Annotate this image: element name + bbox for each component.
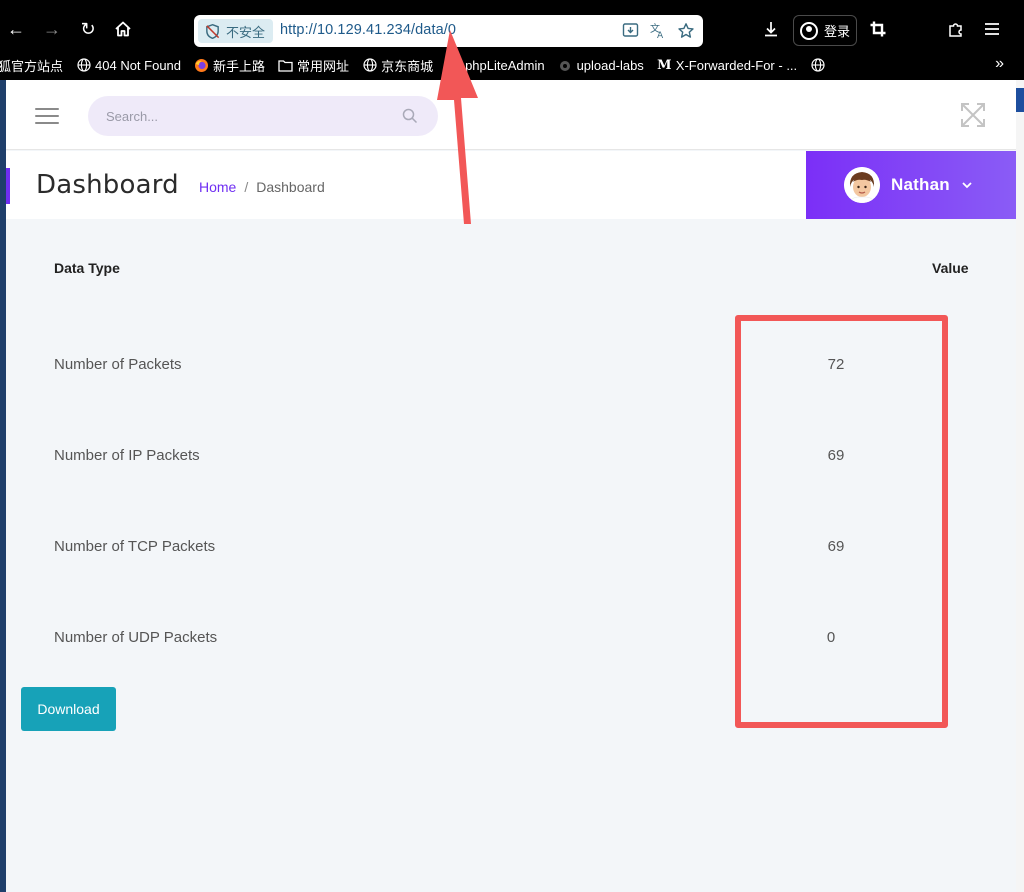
page-header [6, 80, 1016, 150]
bookmark-star-icon[interactable] [677, 22, 695, 40]
downloads-icon[interactable] [760, 16, 782, 42]
chevron-down-icon [962, 182, 972, 189]
table-row-label: Number of IP Packets [54, 447, 200, 464]
extensions-icon[interactable] [944, 16, 968, 42]
back-icon[interactable]: ← [3, 16, 29, 42]
install-page-icon[interactable] [621, 22, 639, 40]
bookmark-item[interactable]: 新手上路 [194, 56, 265, 75]
bookmark-item[interactable]: phpLiteAdmin [446, 58, 545, 73]
site-icon [558, 58, 573, 73]
medium-icon: M [657, 57, 672, 73]
bookmark-label: phpLiteAdmin [465, 57, 545, 73]
breadcrumb: Home / Dashboard [199, 179, 325, 195]
background-window [1016, 80, 1024, 892]
security-indicator[interactable]: 不安全 [198, 19, 274, 43]
table-row-label: Number of UDP Packets [54, 629, 218, 646]
translate-icon[interactable]: 文A [649, 22, 667, 41]
page-title: Dashboard [36, 170, 179, 200]
home-icon[interactable] [110, 16, 136, 42]
avatar [844, 167, 880, 203]
bookmark-item[interactable]: upload-labs [558, 58, 644, 73]
search-icon[interactable] [402, 108, 418, 124]
title-accent-bar [6, 168, 10, 204]
hamburger-menu-icon[interactable] [35, 108, 59, 124]
crop-icon[interactable] [866, 16, 890, 42]
globe-icon [810, 58, 825, 73]
bookmark-item[interactable]: 404 Not Found [76, 58, 181, 73]
svg-text:A: A [657, 31, 664, 40]
account-icon [799, 21, 818, 40]
globe-icon [362, 58, 377, 73]
firefox-icon [194, 58, 209, 73]
bookmark-label: 新手上路 [213, 58, 266, 74]
login-button[interactable]: 登录 [793, 15, 857, 46]
user-menu[interactable]: Nathan [806, 151, 1016, 219]
folder-icon [278, 58, 293, 73]
search-box [88, 96, 438, 136]
bookmark-item[interactable]: 常用网址 [278, 56, 349, 75]
login-label: 登录 [823, 24, 850, 39]
table-row-label: Number of Packets [54, 356, 182, 373]
globe-icon [446, 58, 461, 73]
bookmark-item[interactable] [810, 58, 829, 73]
bookmark-label: 京东商城 [381, 58, 434, 74]
bookmark-item[interactable]: M X-Forwarded-For - ... [657, 58, 797, 73]
column-header-data-type: Data Type [54, 260, 120, 276]
page-subheader: Dashboard Home / Dashboard Nathan [6, 151, 1016, 219]
bookmarks-overflow-icon[interactable]: » [995, 55, 1004, 73]
download-button[interactable]: Download [21, 687, 116, 731]
bookmark-label: 常用网址 [297, 58, 350, 74]
bookmark-label: upload-labs [576, 57, 644, 73]
breadcrumb-separator: / [244, 179, 249, 195]
security-label: 不安全 [226, 24, 266, 40]
bookmark-item[interactable]: 狐官方站点 [0, 56, 63, 75]
bookmark-label: X-Forwarded-For - ... [675, 57, 798, 73]
column-header-value: Value [932, 260, 969, 276]
bookmark-item[interactable]: 京东商城 [362, 56, 433, 75]
shield-slash-icon [206, 23, 220, 39]
table-row-label: Number of TCP Packets [54, 538, 216, 555]
breadcrumb-current: Dashboard [256, 179, 325, 195]
globe-icon [76, 58, 91, 73]
address-bar[interactable]: 不安全 http://10.129.41.234/data/0 文A [194, 15, 703, 47]
bookmark-label: 狐官方站点 [0, 58, 64, 74]
bookmark-label: 404 Not Found [95, 57, 182, 73]
fullscreen-icon[interactable] [960, 102, 986, 128]
bookmarks-bar: 狐官方站点 404 Not Found 新手上路 常用网址 京东商城 phpLi… [0, 50, 1024, 80]
breadcrumb-home-link[interactable]: Home [199, 179, 236, 195]
annotation-highlight-box [735, 315, 948, 728]
url-text[interactable]: http://10.129.41.234/data/0 [280, 22, 456, 38]
browser-toolbar: ← → ↻ 不安全 http://10.129.41.234/data/0 文A… [0, 0, 1024, 50]
user-name: Nathan [891, 175, 950, 194]
menu-icon[interactable] [980, 16, 1004, 42]
forward-icon[interactable]: → [39, 16, 65, 42]
search-input[interactable] [106, 96, 396, 136]
reload-icon[interactable]: ↻ [75, 16, 101, 42]
